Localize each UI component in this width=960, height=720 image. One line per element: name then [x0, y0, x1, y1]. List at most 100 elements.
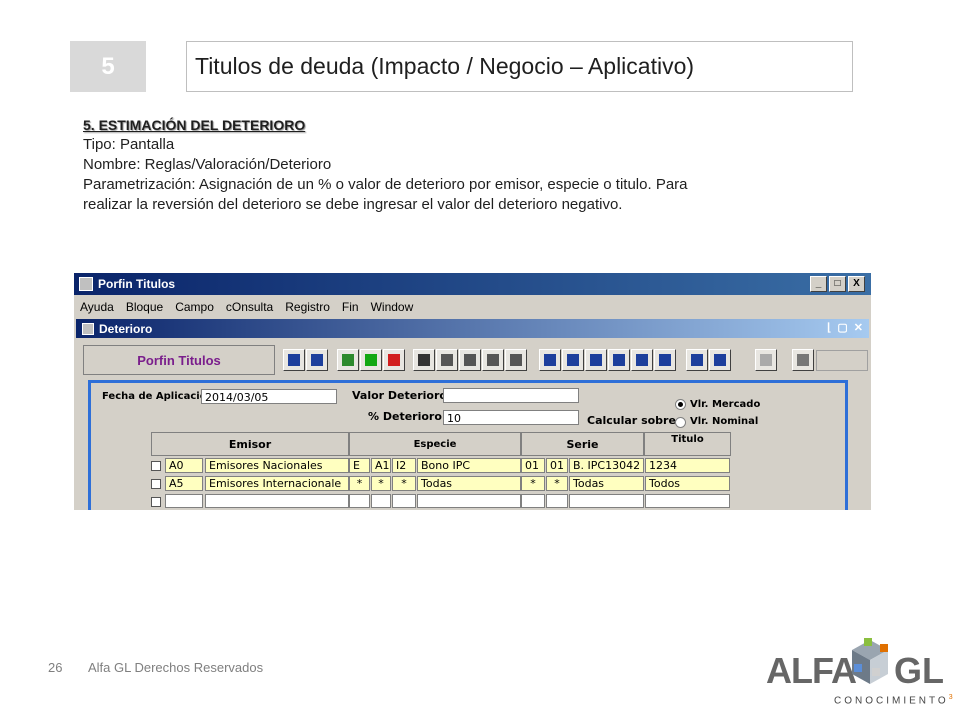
menu-campo[interactable]: Campo: [175, 300, 214, 314]
cell-empty[interactable]: [392, 494, 416, 508]
prev-block-button[interactable]: [562, 349, 584, 371]
menu-ayuda[interactable]: Ayuda: [80, 300, 114, 314]
cell-emisor-name[interactable]: Emisores Internacionale: [205, 476, 349, 491]
cell-especie-3[interactable]: *: [392, 476, 416, 491]
down-icon: [613, 354, 625, 366]
valor-input[interactable]: [443, 388, 579, 403]
menu-consulta[interactable]: cOnsulta: [226, 300, 273, 314]
window-title: Porfin Titulos: [98, 277, 176, 291]
window-controls: _ □ X: [810, 276, 865, 292]
menu-registro[interactable]: Registro: [285, 300, 330, 314]
save-icon: [288, 354, 300, 366]
cell-empty[interactable]: [205, 494, 349, 508]
delete-icon: [388, 354, 400, 366]
help-button[interactable]: [709, 349, 731, 371]
maximize-button[interactable]: □: [829, 276, 846, 292]
cut-button[interactable]: [413, 349, 435, 371]
dropdown-icon: [760, 354, 772, 366]
close-button[interactable]: X: [848, 276, 865, 292]
cell-serie-name[interactable]: B. IPC13042: [569, 458, 644, 473]
cell-empty[interactable]: [371, 494, 391, 508]
minimize-button[interactable]: _: [810, 276, 827, 292]
delete-record-button[interactable]: [383, 349, 405, 371]
add-record-button[interactable]: [360, 349, 382, 371]
fecha-input[interactable]: 2014/03/05: [201, 389, 337, 404]
prev-record-button[interactable]: [585, 349, 607, 371]
cell-emisor-name[interactable]: Emisores Nacionales: [205, 458, 349, 473]
status-field: [816, 350, 868, 371]
inner-window-icon: [82, 322, 94, 335]
last-record-button[interactable]: [654, 349, 676, 371]
inner-window-titlebar: Deterioro ⌊ ▢ ✕: [76, 319, 869, 338]
info-button[interactable]: [792, 349, 814, 371]
cell-empty[interactable]: [645, 494, 730, 508]
cell-empty[interactable]: [546, 494, 568, 508]
query-button[interactable]: [686, 349, 708, 371]
edit-button[interactable]: [337, 349, 359, 371]
radio-nominal[interactable]: [675, 417, 686, 428]
radio-mercado[interactable]: [675, 399, 686, 410]
cell-empty[interactable]: [349, 494, 370, 508]
cell-especie-1[interactable]: E: [349, 458, 370, 473]
cell-especie-2[interactable]: A1: [371, 458, 391, 473]
row-checkbox[interactable]: [151, 461, 161, 471]
paste-button[interactable]: [459, 349, 481, 371]
section-heading: 5. ESTIMACIÓN DEL DETERIORO: [83, 117, 306, 133]
info-icon: [797, 354, 809, 366]
cell-titulo[interactable]: Todos: [645, 476, 730, 491]
cell-emisor-code[interactable]: A5: [165, 476, 203, 491]
edit-icon: [342, 354, 354, 366]
inner-window-controls: ⌊ ▢ ✕: [827, 321, 863, 334]
cell-especie-3[interactable]: I2: [392, 458, 416, 473]
next-record-button[interactable]: [608, 349, 630, 371]
cell-empty[interactable]: [569, 494, 644, 508]
first-icon: [544, 354, 556, 366]
cell-serie-name[interactable]: Todas: [569, 476, 644, 491]
pct-input[interactable]: 10: [443, 410, 579, 425]
menu-bar: Ayuda Bloque Campo cOnsulta Registro Fin…: [74, 297, 413, 317]
cell-empty[interactable]: [417, 494, 521, 508]
inner-restore-icon[interactable]: ▢: [837, 321, 847, 334]
menu-bloque[interactable]: Bloque: [126, 300, 163, 314]
inner-minimize-icon[interactable]: ⌊: [827, 321, 831, 334]
cell-serie-1[interactable]: *: [521, 476, 545, 491]
edit-field-button[interactable]: [482, 349, 504, 371]
cube-logo-icon: [852, 638, 888, 684]
cell-titulo[interactable]: 1234: [645, 458, 730, 473]
save-button[interactable]: [283, 349, 305, 371]
query-icon: [691, 354, 703, 366]
cell-empty[interactable]: [165, 494, 203, 508]
header-titulo: Titulo: [644, 432, 731, 456]
inner-window-title: Deterioro: [99, 321, 153, 336]
cell-especie-2[interactable]: *: [371, 476, 391, 491]
menu-fin[interactable]: Fin: [342, 300, 359, 314]
first-record-button[interactable]: [539, 349, 561, 371]
last-icon: [659, 354, 671, 366]
print-button[interactable]: [306, 349, 328, 371]
row-checkbox[interactable]: [151, 497, 161, 507]
cell-especie-name[interactable]: Bono IPC: [417, 458, 521, 473]
cell-serie-1[interactable]: 01: [521, 458, 545, 473]
next-block-button[interactable]: [631, 349, 653, 371]
header-especie: Especie: [349, 432, 521, 456]
inner-close-icon[interactable]: ✕: [854, 321, 863, 334]
clear-button[interactable]: [505, 349, 527, 371]
cell-empty[interactable]: [521, 494, 545, 508]
pencil-icon: [487, 354, 499, 366]
toolbar-group-records: [337, 349, 405, 371]
cell-serie-2[interactable]: *: [546, 476, 568, 491]
cell-serie-2[interactable]: 01: [546, 458, 568, 473]
cell-especie-name[interactable]: Todas: [417, 476, 521, 491]
menu-window[interactable]: Window: [371, 300, 414, 314]
cell-especie-1[interactable]: *: [349, 476, 370, 491]
row-checkbox[interactable]: [151, 479, 161, 489]
cell-emisor-code[interactable]: A0: [165, 458, 203, 473]
fecha-label: Fecha de Aplicación: [102, 391, 214, 402]
description-line: realizar la reversión del deterioro se d…: [83, 196, 623, 213]
logo-subtitle: CONOCIMIENTO3: [834, 694, 956, 706]
list-button[interactable]: [755, 349, 777, 371]
slide-title-box: Titulos de deuda (Impacto / Negocio – Ap…: [186, 41, 853, 92]
slide-number: 5: [70, 41, 146, 92]
valor-label: Valor Deterioro: [352, 389, 447, 402]
copy-button[interactable]: [436, 349, 458, 371]
